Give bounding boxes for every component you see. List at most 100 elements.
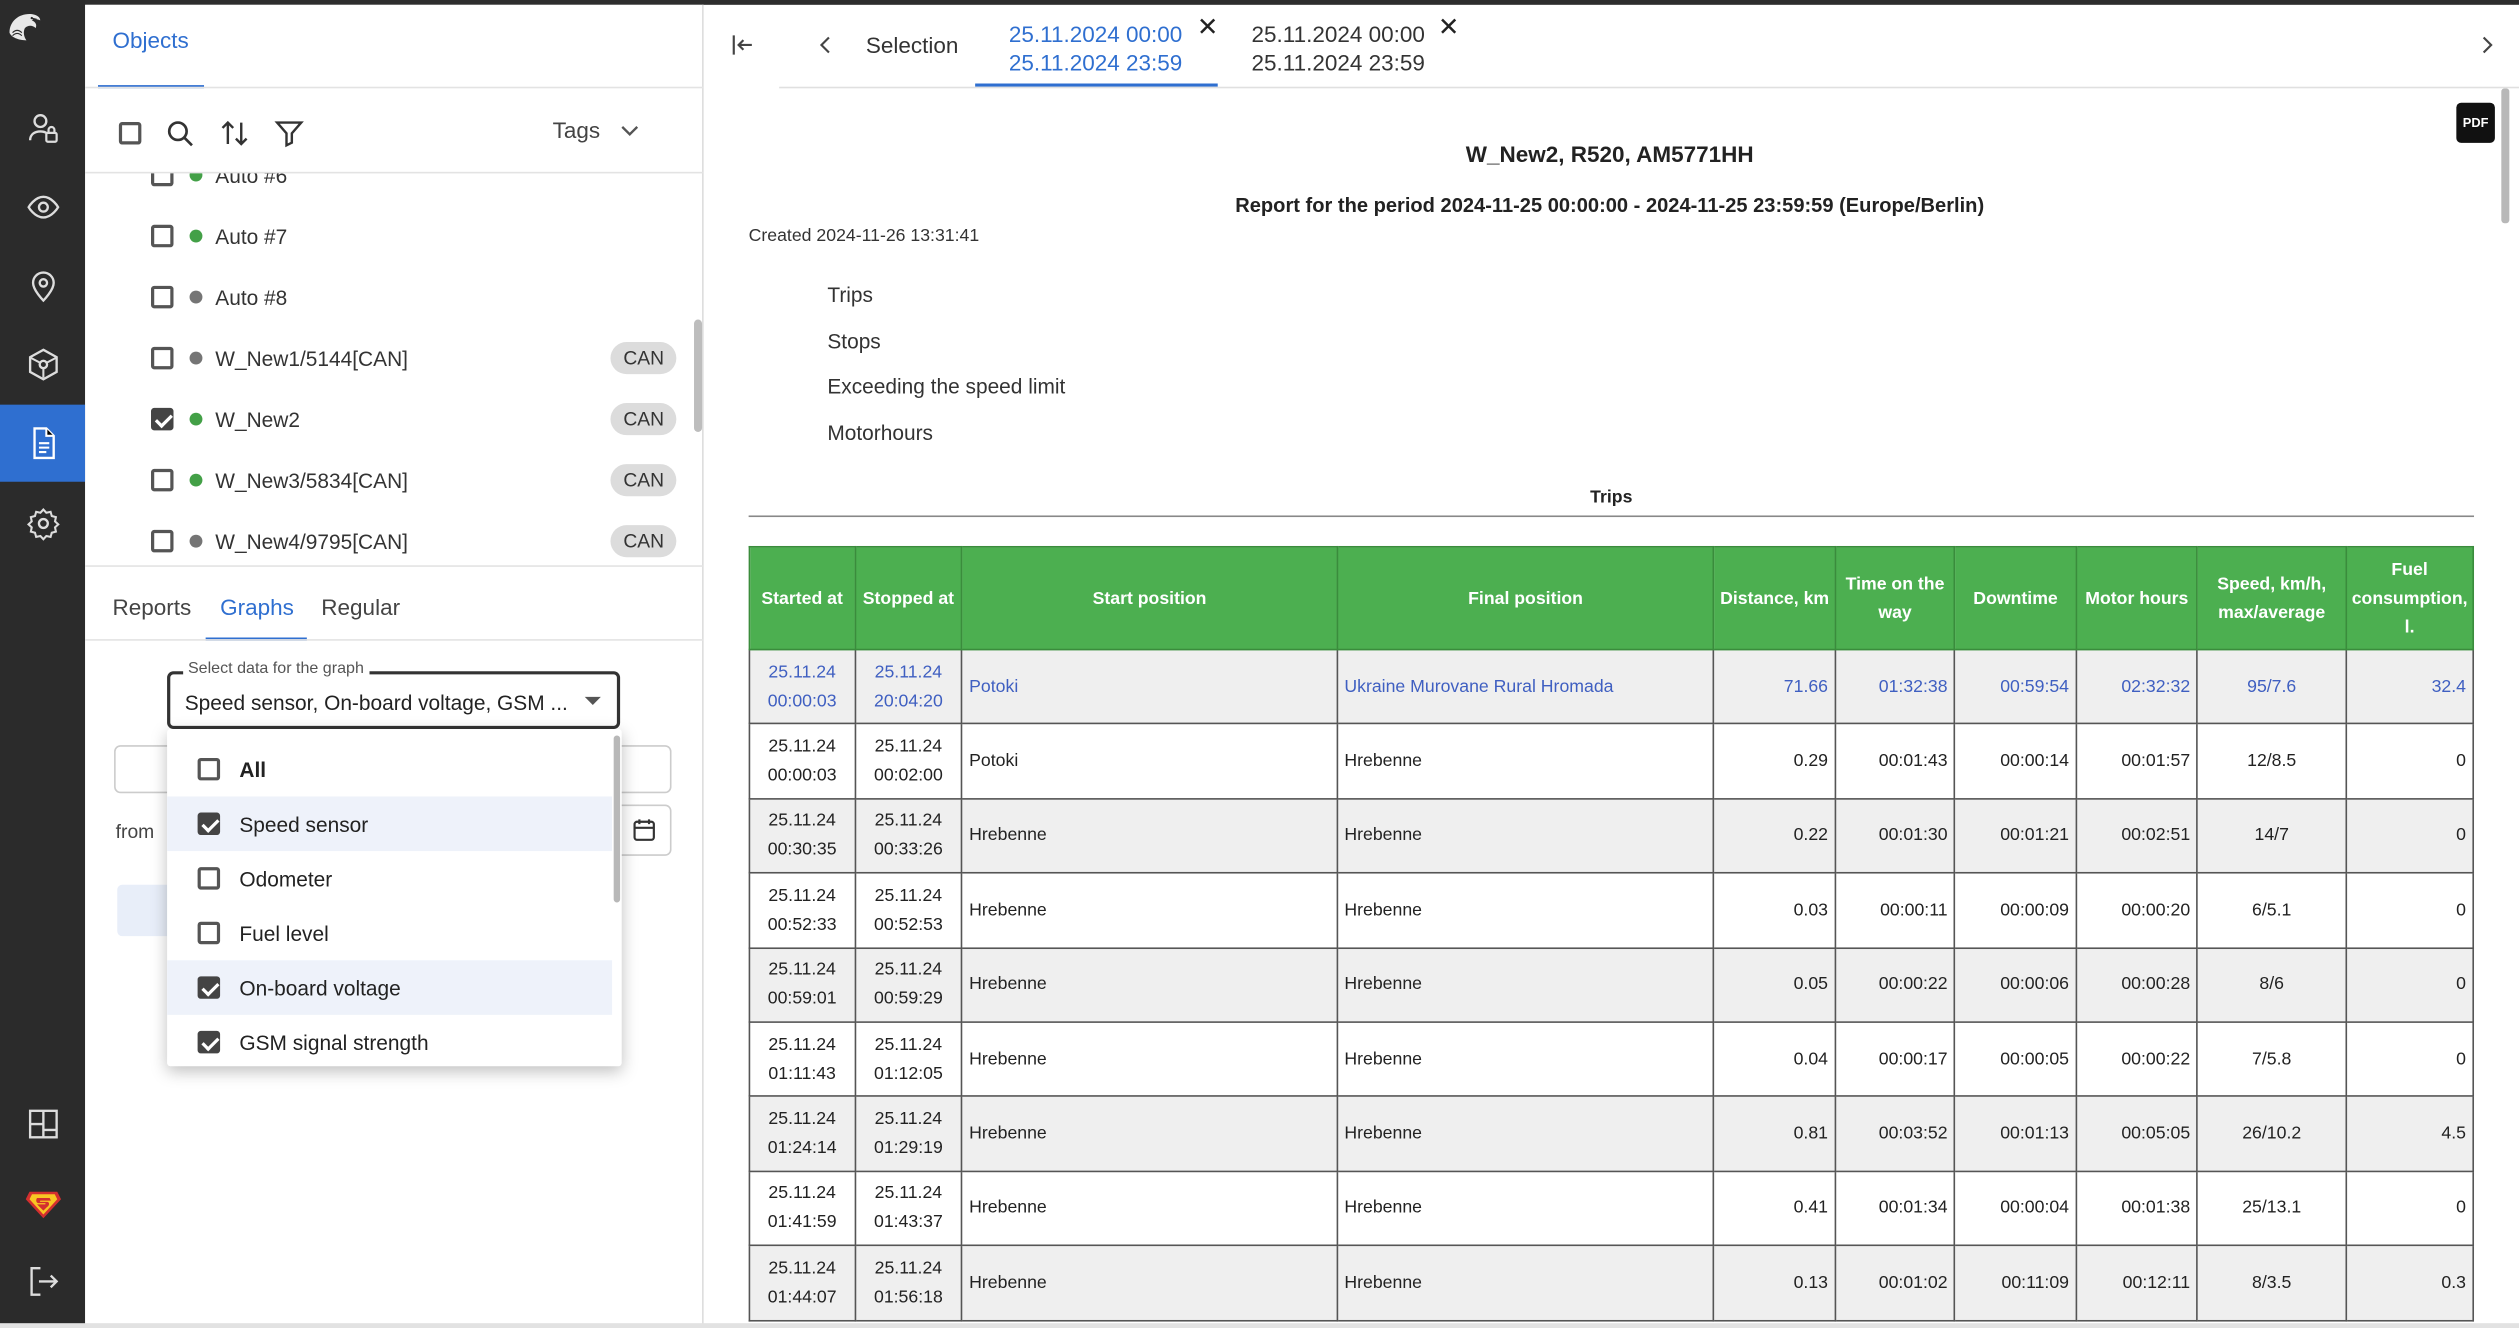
dropdown-option[interactable]: GSM signal strength (167, 1015, 612, 1066)
tab-regular[interactable]: Regular (321, 594, 400, 620)
table-row: 25.11.24 01:24:14 25.11.24 01:29:19 Hrebenne… (748, 1095, 2475, 1172)
time-text: 00:59:01 (767, 989, 837, 1009)
fuel-cell: 0 (2345, 797, 2475, 874)
object-checkbox[interactable] (151, 285, 174, 309)
distance-cell: 0.41 (1713, 1170, 1837, 1247)
object-checkbox[interactable] (151, 407, 174, 431)
rail-drivers-button[interactable] (0, 326, 85, 403)
status-dot (189, 534, 203, 548)
calendar-icon[interactable] (630, 816, 659, 845)
eagle-logo-icon[interactable] (6, 10, 80, 84)
tab-report[interactable]: 25.11.2024 00:00 25.11.2024 23:59 (1251, 19, 1424, 77)
toc-link-motorhours[interactable]: Motorhours (827, 421, 933, 445)
close-tab-icon[interactable]: ✕ (1197, 11, 1219, 43)
option-checkbox[interactable] (197, 1030, 221, 1054)
final-position-cell: Hrebenne (1336, 1170, 1715, 1247)
time-text: 01:24:14 (767, 1138, 837, 1158)
tab-report-active[interactable]: 25.11.2024 00:00 25.11.2024 23:59 (1009, 19, 1182, 77)
layout-icon (28, 1109, 58, 1139)
status-dot (189, 412, 203, 426)
toc-link-speeding[interactable]: Exceeding the speed limit (827, 374, 1065, 398)
rail-geozones-button[interactable] (0, 247, 85, 324)
rail-settings-button[interactable] (0, 485, 85, 562)
rail-reports-button[interactable] (0, 404, 86, 482)
time-text: 01:12:05 (873, 1064, 943, 1084)
dropdown-option[interactable]: All (167, 742, 612, 797)
object-checkbox[interactable] (151, 224, 174, 248)
objects-scrollbar[interactable] (694, 319, 703, 432)
steering-wheel-icon (28, 348, 58, 381)
date-text: 25.11.24 (768, 1035, 836, 1055)
divider (85, 86, 704, 89)
column-header: Speed, km/h, max/average (2196, 545, 2347, 651)
date-text: 25.11.24 (768, 1184, 836, 1204)
filter-button[interactable] (271, 116, 306, 151)
build-button[interactable] (117, 884, 172, 937)
tags-dropdown[interactable]: Tags (553, 117, 642, 143)
object-checkbox[interactable] (151, 529, 174, 553)
time-text: 00:02:00 (873, 766, 943, 786)
option-label: Odometer (239, 866, 333, 891)
list-item[interactable]: W_New4/9795[CAN] CAN (85, 511, 692, 566)
rail-layout-button[interactable] (0, 1086, 85, 1163)
graph-data-dropdown: All Speed sensor Odometer Fuel level On-boar… (167, 729, 622, 1067)
sort-button[interactable] (217, 116, 252, 151)
rail-users-button[interactable] (0, 90, 85, 167)
object-name: Auto #6 (215, 173, 288, 188)
tab-selection[interactable]: Selection (866, 32, 959, 58)
tab-graphs[interactable]: Graphs (220, 594, 294, 620)
dropdown-option[interactable]: Fuel level (167, 906, 612, 961)
list-item[interactable]: Auto #7 (85, 206, 692, 267)
can-chip: CAN (610, 342, 677, 375)
list-item[interactable]: W_New1/5144[CAN] CAN (85, 328, 692, 389)
downtime-cell: 00:11:09 (1954, 1244, 2078, 1321)
graph-data-select[interactable]: Select data for the graph Speed sensor, … (167, 659, 621, 730)
object-checkbox[interactable] (151, 346, 174, 370)
status-dot (189, 473, 203, 487)
select-all-checkbox[interactable] (112, 116, 147, 151)
toc-link-stops[interactable]: Stops (827, 329, 880, 353)
dropdown-scrollbar[interactable] (613, 735, 621, 903)
dropdown-option[interactable]: Odometer (167, 851, 612, 906)
section-divider (748, 515, 2475, 518)
option-label: Fuel level (239, 920, 329, 946)
dropdown-option[interactable]: Speed sensor (167, 796, 613, 852)
downtime-cell: 00:01:13 (1954, 1095, 2078, 1172)
object-checkbox[interactable] (151, 468, 174, 492)
filter-icon (274, 121, 304, 148)
motor-hours-cell: 00:01:57 (2075, 723, 2199, 800)
status-dot (189, 351, 203, 365)
date-text: 25.11.24 (768, 662, 836, 682)
stopped-at-cell: 25.11.24 20:04:20 (854, 648, 963, 725)
list-item[interactable]: Auto #6 (85, 173, 692, 205)
collapse-panel-icon[interactable] (728, 31, 757, 60)
rail-brand-button[interactable] (0, 1166, 85, 1243)
stopped-at-cell: 25.11.24 00:33:26 (854, 797, 963, 874)
rail-monitoring-button[interactable] (0, 169, 85, 246)
pdf-export-button[interactable]: PDF (2456, 102, 2495, 143)
close-tab-icon[interactable]: ✕ (1438, 11, 1460, 43)
option-checkbox[interactable] (197, 976, 221, 999)
time-on-way-cell: 00:01:02 (1834, 1244, 1956, 1321)
table-row: 25.11.24 01:41:59 25.11.24 01:43:37 Hrebenne… (748, 1170, 2475, 1247)
option-checkbox[interactable] (197, 921, 221, 945)
list-item[interactable]: W_New3/5834[CAN] CAN (85, 450, 692, 511)
chevron-left-icon[interactable] (813, 32, 839, 58)
toc-link-trips[interactable]: Trips (827, 283, 873, 307)
object-checkbox[interactable] (151, 173, 174, 187)
search-button[interactable] (162, 116, 197, 151)
list-item[interactable]: W_New2 CAN (85, 389, 692, 450)
table-row: 25.11.24 00:00:03 25.11.24 00:02:00 Potoki Hr… (748, 723, 2475, 800)
chevron-down-icon (620, 126, 638, 137)
dropdown-option[interactable]: On-board voltage (167, 960, 613, 1015)
rail-logout-button[interactable] (0, 1243, 85, 1320)
column-header: Fuel consumption, l. (2345, 545, 2475, 651)
list-item[interactable]: Auto #8 (85, 267, 692, 328)
option-checkbox[interactable] (197, 867, 221, 890)
chevron-right-icon[interactable] (2474, 32, 2500, 58)
tab-reports[interactable]: Reports (112, 594, 191, 620)
option-checkbox[interactable] (197, 812, 221, 836)
table-row[interactable]: 25.11.24 00:00:03 25.11.24 20:04:20 Potoki Uk… (748, 648, 2475, 725)
objects-tab[interactable]: Objects (112, 27, 188, 53)
option-checkbox[interactable] (197, 757, 221, 781)
